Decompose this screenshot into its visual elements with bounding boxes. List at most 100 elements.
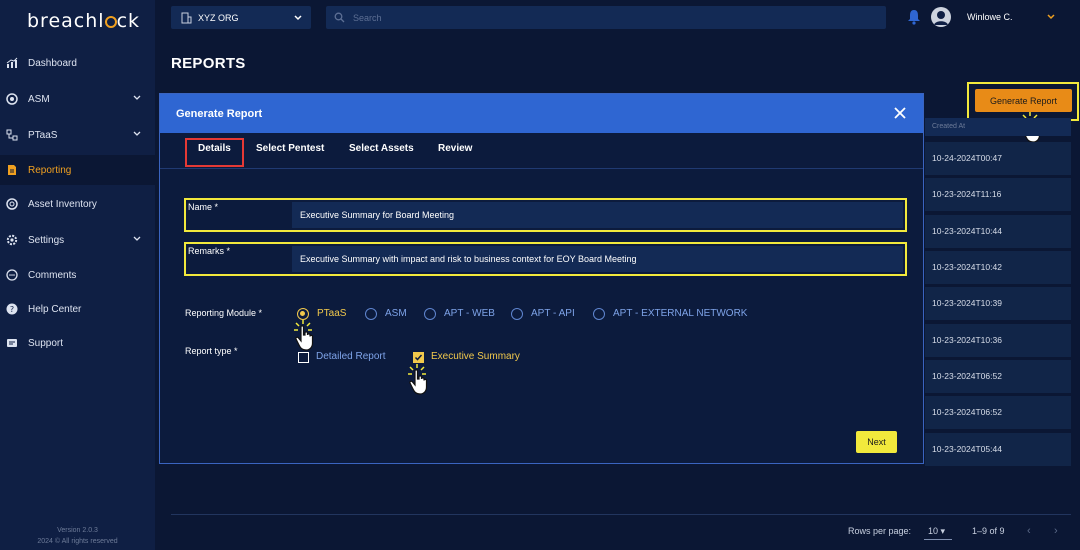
remarks-input[interactable]: Executive Summary with impact and risk t… [292,246,903,272]
chevron-down-icon [133,95,141,100]
org-select[interactable]: XYZ ORG [171,6,311,29]
org-name: XYZ ORG [198,12,239,23]
reporting-module-label: Reporting Module * [185,308,263,318]
tab-review[interactable]: Review [438,143,472,154]
generate-report-modal: Generate Report Details Select Pentest S… [159,93,924,464]
radio-asm[interactable] [365,308,377,320]
search-icon [334,12,345,23]
sidebar-item-label: Settings [28,234,65,246]
user-name[interactable]: Winlowe C. [967,12,1013,22]
radio-apt-web[interactable] [424,308,436,320]
name-label: Name * [188,202,219,212]
chat-icon [6,269,18,281]
report-type-label: Report type * [185,346,238,356]
sidebar-item-support[interactable]: Support [0,328,155,358]
checkbox-detailed-report[interactable] [298,352,309,363]
brand-logo[interactable]: breachl ck [27,10,140,32]
chart-icon [6,57,18,69]
column-header-created-at[interactable]: Created At [925,118,1071,136]
sidebar-item-label: Comments [28,269,77,281]
rows-per-page-label: Rows per page: [848,526,912,536]
document-icon [6,164,18,176]
bell-icon[interactable] [906,8,922,26]
select-underline [924,539,952,540]
radio-label-apt-external-network[interactable]: APT - EXTERNAL NETWORK [613,308,747,319]
chevron-down-icon [294,15,302,21]
target-icon [6,93,18,105]
page-title: REPORTS [171,55,246,72]
table-row[interactable]: 10-23-2024T10:44 [925,215,1071,248]
building-icon [181,12,192,23]
next-button[interactable]: Next [856,431,897,453]
modal-title: Generate Report [176,108,263,120]
table-row[interactable]: 10-24-2024T00:47 [925,142,1071,175]
prev-page-icon[interactable]: ‹ [1027,525,1031,537]
sidebar-item-comments[interactable]: Comments [0,260,155,290]
close-icon[interactable] [894,107,906,119]
chevron-down-icon[interactable] [1046,12,1056,22]
table-row[interactable]: 10-23-2024T11:16 [925,178,1071,211]
modal-tabs: Details Select Pentest Select Assets Rev… [160,133,923,169]
sidebar-item-label: Reporting [28,164,72,176]
network-icon [6,129,18,141]
sidebar-item-dashboard[interactable]: Dashboard [0,48,155,78]
caret-down-icon: ▾ [940,526,946,536]
next-page-icon[interactable]: › [1054,525,1058,537]
copyright-text: 2024 © All rights reserved [37,538,118,545]
avatar[interactable] [931,7,951,27]
radio-label-ptaas[interactable]: PTaaS [317,308,346,319]
remarks-field: Remarks * Executive Summary with impact … [184,242,907,276]
sidebar-item-label: PTaaS [28,129,58,141]
support-icon [6,337,18,349]
tab-details[interactable]: Details [198,143,231,154]
table-row[interactable]: 10-23-2024T06:52 [925,396,1071,429]
sidebar-item-label: ASM [28,93,50,105]
gear-icon [6,234,18,246]
help-icon: ? [6,303,18,315]
sidebar-item-label: Dashboard [28,57,77,69]
search-placeholder: Search [353,12,382,23]
logo-ring-icon [104,16,117,28]
rows-per-page-select[interactable]: 10 ▾ [928,526,945,537]
chevron-down-icon [133,131,141,136]
sidebar-item-label: Help Center [28,303,82,315]
table-row[interactable]: 10-23-2024T05:44 [925,433,1071,466]
checkbox-label-executive-summary[interactable]: Executive Summary [431,351,520,362]
sidebar-item-label: Asset Inventory [28,198,97,210]
sidebar-item-label: Support [28,337,64,349]
sidebar-item-asset-inventory[interactable]: Asset Inventory [0,189,155,219]
chevron-down-icon [133,236,141,241]
version-text: Version 2.0.3 [57,527,98,534]
globe-icon [6,198,18,210]
sidebar-item-ptaas[interactable]: PTaaS [0,120,155,150]
sidebar-item-asm[interactable]: ASM [0,84,155,114]
svg-text:?: ? [10,305,14,314]
sidebar-item-settings[interactable]: Settings [0,225,155,255]
table-row[interactable]: 10-23-2024T10:42 [925,251,1071,284]
generate-report-button[interactable]: Generate Report [975,89,1072,112]
radio-apt-api[interactable] [511,308,523,320]
page-range: 1–9 of 9 [972,526,1005,536]
radio-label-apt-web[interactable]: APT - WEB [444,308,495,319]
sidebar: breachl ck Dashboard ASM PTaaS Reporting … [0,0,155,550]
table-row[interactable]: 10-23-2024T10:39 [925,287,1071,320]
radio-label-apt-api[interactable]: APT - API [531,308,575,319]
radio-apt-external-network[interactable] [593,308,605,320]
tab-select-pentest[interactable]: Select Pentest [256,143,324,154]
tab-select-assets[interactable]: Select Assets [349,143,414,154]
remarks-label: Remarks * [188,246,231,256]
hand-pointer-icon [294,320,314,351]
sidebar-item-reporting[interactable]: Reporting [0,155,155,185]
checkmark-icon [414,354,423,361]
name-field: Name * Executive Summary for Board Meeti… [184,198,907,232]
table-row[interactable]: 10-23-2024T06:52 [925,360,1071,393]
checkbox-label-detailed-report[interactable]: Detailed Report [316,351,385,362]
radio-label-asm[interactable]: ASM [385,308,407,319]
table-row[interactable]: 10-23-2024T10:36 [925,324,1071,357]
modal-header: Generate Report [160,94,923,133]
search-input[interactable]: Search [326,6,886,29]
divider [171,514,1071,515]
name-input[interactable]: Executive Summary for Board Meeting [292,202,903,228]
sidebar-footer: Version 2.0.3 2024 © All rights reserved [0,525,155,547]
sidebar-item-help-center[interactable]: ? Help Center [0,294,155,324]
